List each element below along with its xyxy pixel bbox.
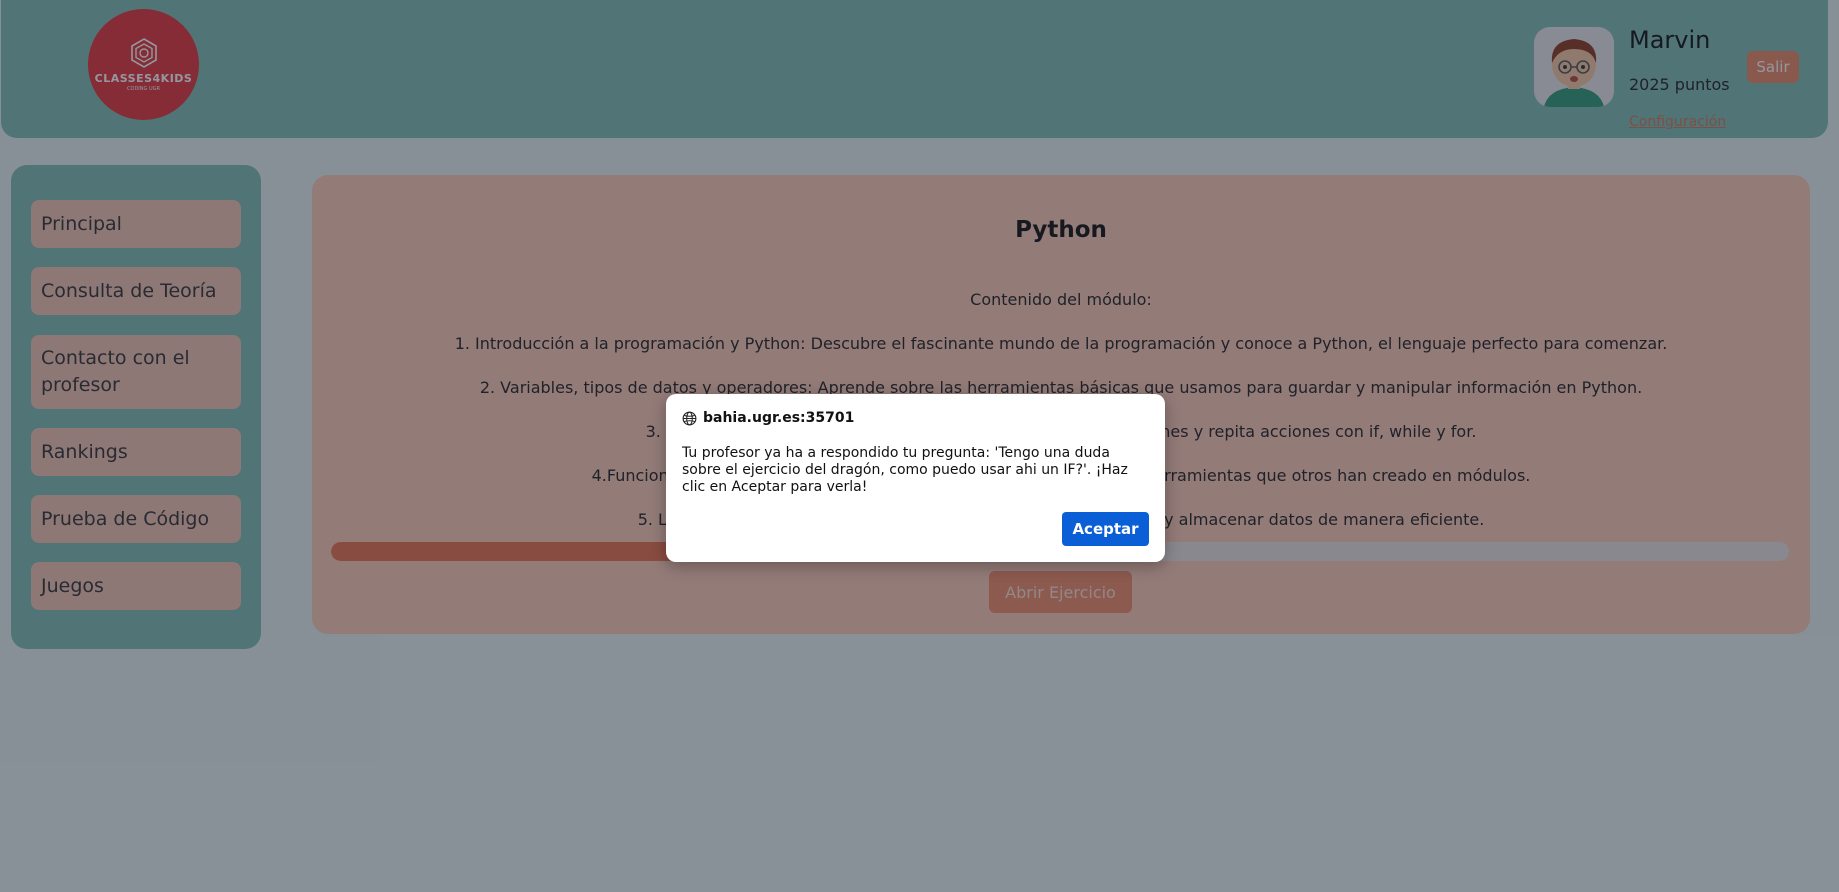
accept-button[interactable]: Aceptar <box>1062 512 1149 546</box>
dialog-origin: bahia.ugr.es:35701 <box>682 410 854 426</box>
dialog-origin-text: bahia.ugr.es:35701 <box>703 410 855 426</box>
alert-dialog: bahia.ugr.es:35701 Tu profesor ya ha a r… <box>666 394 1165 562</box>
dialog-message: Tu profesor ya ha a respondido tu pregun… <box>682 445 1128 495</box>
globe-icon <box>682 411 697 425</box>
